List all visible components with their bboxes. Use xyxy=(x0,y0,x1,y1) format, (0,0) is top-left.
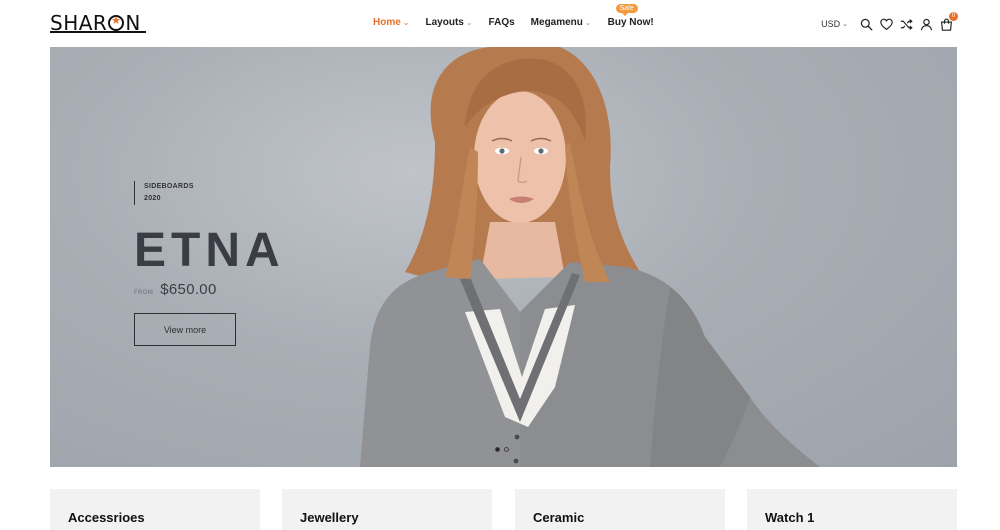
hero-price-row: FROM $650.00 xyxy=(134,281,285,298)
site-header: SHAR N Home ⌄ Layouts ⌄ FAQs Megamenu ⌄ … xyxy=(0,0,1000,47)
category-cards: Accessrioes Jewellery Ceramic Watch 1 xyxy=(50,489,957,530)
sale-badge: Sale xyxy=(615,4,638,16)
category-card-accessories[interactable]: Accessrioes xyxy=(50,489,260,530)
heart-icon[interactable] xyxy=(878,16,894,32)
chevron-down-icon: ⌄ xyxy=(465,18,473,27)
view-more-button[interactable]: View more xyxy=(134,313,236,346)
currency-selector[interactable]: USD ⌄ xyxy=(821,19,848,29)
search-icon[interactable] xyxy=(858,16,874,32)
header-tools: USD ⌄ 0 xyxy=(821,12,958,32)
hero-eyebrow: SIDEBOARDS 2020 xyxy=(134,181,285,205)
hero-price: $650.00 xyxy=(160,281,217,298)
nav-item-megamenu[interactable]: Megamenu ⌄ xyxy=(531,17,592,28)
nav-item-buy-now[interactable]: Sale Buy Now! xyxy=(607,4,654,28)
nav-label: Buy Now! xyxy=(607,17,654,28)
hero-eyebrow-year: 2020 xyxy=(144,195,161,202)
category-title: Ceramic xyxy=(533,510,585,525)
nav-label: FAQs xyxy=(488,17,515,28)
chevron-down-icon: ⌄ xyxy=(402,18,410,27)
hero-eyebrow-category: SIDEBOARDS xyxy=(144,183,194,190)
hero-title: ETNA xyxy=(134,224,285,277)
currency-label: USD xyxy=(821,19,841,29)
nav-label: Home xyxy=(373,17,401,28)
nav-label: Megamenu xyxy=(530,17,583,28)
nav-item-layouts[interactable]: Layouts ⌄ xyxy=(426,17,473,28)
shuffle-icon[interactable] xyxy=(898,16,914,32)
category-title: Watch 1 xyxy=(765,510,815,525)
logo-star-icon xyxy=(108,14,125,31)
nav-label: Layouts xyxy=(425,17,464,28)
slider-dot[interactable] xyxy=(495,447,500,452)
category-card-ceramic[interactable]: Ceramic xyxy=(515,489,725,530)
user-icon[interactable] xyxy=(918,16,934,32)
category-title: Jewellery xyxy=(300,510,359,525)
logo-underline xyxy=(50,31,146,33)
category-card-watch[interactable]: Watch 1 xyxy=(747,489,957,530)
category-card-jewellery[interactable]: Jewellery xyxy=(282,489,492,530)
hero-caption: SIDEBOARDS 2020 ETNA FROM $650.00 xyxy=(134,181,285,298)
chevron-down-icon: ⌄ xyxy=(584,18,592,27)
cart-icon[interactable]: 0 xyxy=(938,12,958,32)
price-prefix: FROM xyxy=(134,290,154,296)
category-title: Accessrioes xyxy=(68,510,145,525)
nav-item-faqs[interactable]: FAQs xyxy=(489,17,515,28)
slider-dots xyxy=(495,447,509,452)
chevron-down-icon: ⌄ xyxy=(842,21,848,28)
nav-item-home[interactable]: Home ⌄ xyxy=(373,17,410,28)
hero-slider[interactable]: SIDEBOARDS 2020 ETNA FROM $650.00 View m… xyxy=(50,47,957,467)
slider-dot[interactable] xyxy=(504,447,509,452)
cart-count-badge: 0 xyxy=(949,12,958,21)
main-nav: Home ⌄ Layouts ⌄ FAQs Megamenu ⌄ Sale Bu… xyxy=(373,4,670,28)
